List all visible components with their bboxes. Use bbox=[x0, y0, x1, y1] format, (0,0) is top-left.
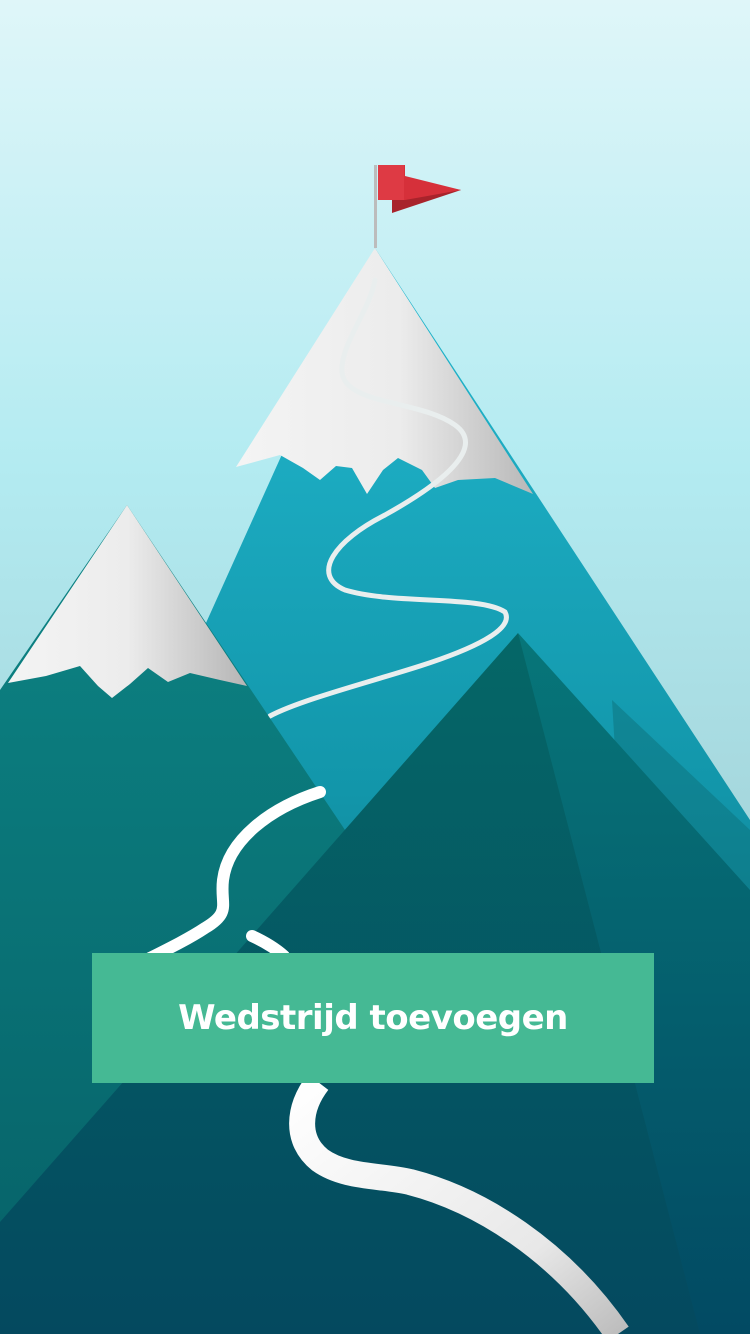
add-competition-button[interactable]: Wedstrijd toevoegen bbox=[92, 953, 654, 1083]
mountain-illustration bbox=[0, 0, 750, 1334]
